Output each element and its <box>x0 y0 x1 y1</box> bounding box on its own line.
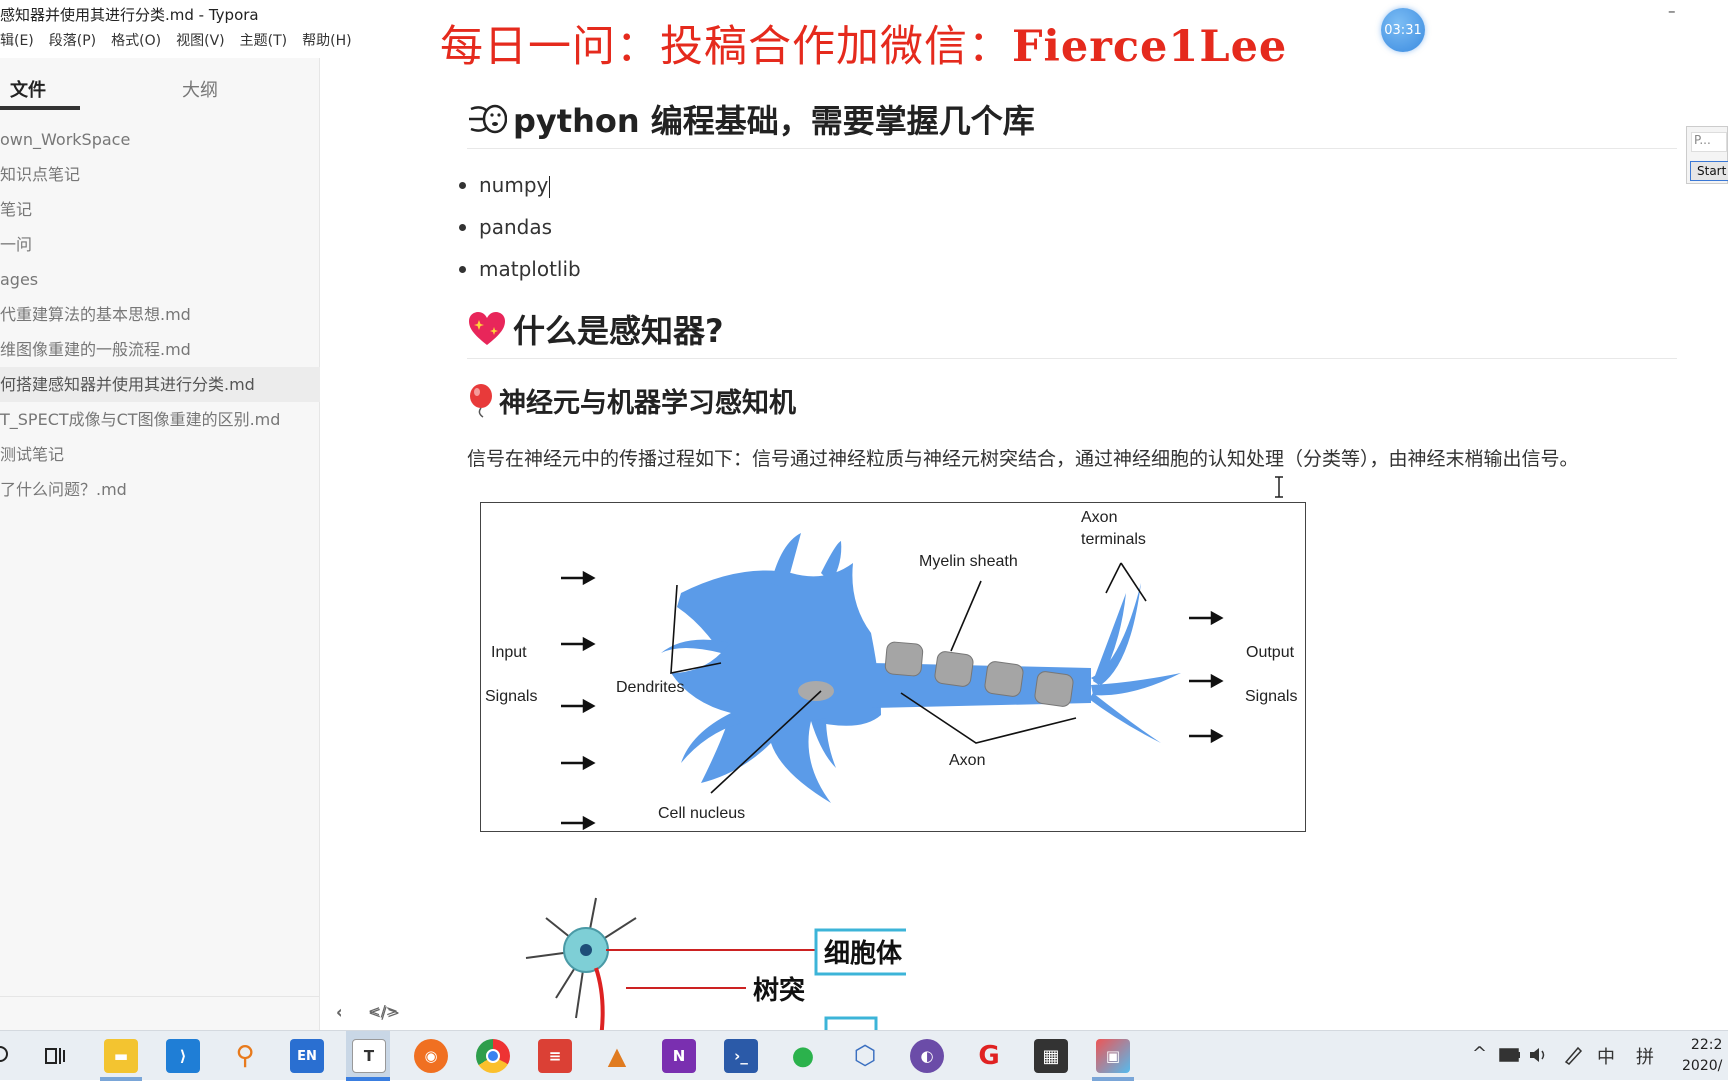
heading-perceptron-text: 什么是感知器? <box>513 312 724 350</box>
powershell-icon[interactable]: ›_ <box>724 1039 758 1073</box>
red-app-icon[interactable]: G <box>972 1039 1006 1073</box>
file-item[interactable]: 笔记 <box>0 192 320 227</box>
matlab-icon[interactable]: ▲ <box>600 1039 634 1073</box>
heading-perceptron: 什么是感知器? <box>467 306 724 352</box>
label-dendrites: Dendrites <box>616 679 684 696</box>
file-item[interactable]: 知识点笔记 <box>0 157 320 192</box>
menu-theme[interactable]: 主题(T) <box>240 30 287 56</box>
ime-layout-indicator[interactable]: 拼 <box>1636 1043 1654 1069</box>
menu-paragraph[interactable]: 段落(P) <box>49 30 96 56</box>
minimize-button[interactable]: – <box>1668 2 1676 20</box>
label-nucleus: Cell nucleus <box>658 805 745 822</box>
recording-timer[interactable]: 03:31 <box>1381 8 1425 52</box>
label-axon: Axon <box>949 752 985 769</box>
file-item[interactable]: 维图像重建的一般流程.md <box>0 332 320 367</box>
github-desktop-icon[interactable]: ◐ <box>910 1039 944 1073</box>
neuron-diagram: Input Signals Dendrites Myelin sheath Ax… <box>480 502 1306 832</box>
sidebar-footer: ‹ </> <box>0 996 400 1030</box>
window-title: 感知器并使用其进行分类.md - Typora <box>0 6 259 24</box>
text-cursor <box>549 175 551 198</box>
clock-date: 2020/ <box>1682 1058 1723 1074</box>
vscode-icon[interactable]: ⟩ <box>166 1039 200 1073</box>
file-item[interactable]: ages <box>0 262 320 297</box>
list-item-text: numpy <box>479 173 549 197</box>
list-item-text: matplotlib <box>479 257 581 281</box>
tab-files[interactable]: 文件 <box>10 76 46 102</box>
clock[interactable]: 22:2 2020/ <box>1682 1035 1722 1077</box>
sidebar-tabs: 文件 大纲 <box>0 58 319 112</box>
active-app-indicator <box>346 1077 390 1081</box>
file-item[interactable]: 一问 <box>0 227 320 262</box>
file-item-active[interactable]: 何搭建感知器并使用其进行分类.md <box>0 367 320 402</box>
todoist-icon[interactable]: ≡ <box>538 1039 572 1073</box>
editor[interactable]: python 编程基础，需要掌握几个库 numpy pandas matplot… <box>321 58 1681 1030</box>
taskbar: ▬ ⟩ ⚲ EN T ◉ ≡ ▲ N ›_ ● ⬡ ◐ G ▦ ▣ ^ 中 拼 … <box>0 1030 1728 1081</box>
balloon-icon <box>470 383 492 418</box>
en-ime-icon[interactable]: EN <box>290 1039 324 1073</box>
label-axon-terminals-2: terminals <box>1081 531 1146 548</box>
wechat-icon[interactable]: ● <box>786 1039 820 1073</box>
running-indicator <box>100 1077 142 1081</box>
chrome-icon[interactable] <box>476 1039 510 1073</box>
file-list: own_WorkSpace 知识点笔记 笔记 一问 ages 代重建算法的基本思… <box>0 122 320 507</box>
label-output: Output <box>1246 644 1295 661</box>
label-input: Input <box>491 644 527 661</box>
floating-widget: P... Start <box>1686 126 1728 184</box>
pen-icon[interactable] <box>1563 1045 1583 1065</box>
typora-icon[interactable]: T <box>352 1039 386 1073</box>
wind-face-icon <box>469 104 507 134</box>
tab-outline[interactable]: 大纲 <box>182 76 218 102</box>
paragraph: 信号在神经元中的传播过程如下：信号通过神经粒质与神经元树突结合，通过神经细胞的认… <box>467 448 1579 470</box>
menu-bar: 辑(E) 段落(P) 格式(O) 视图(V) 主题(T) 帮助(H) <box>0 30 352 56</box>
heading-python: python 编程基础，需要掌握几个库 <box>467 96 1035 142</box>
file-item[interactable]: own_WorkSpace <box>0 122 320 157</box>
heading-neuron-text: 神经元与机器学习感知机 <box>499 388 796 419</box>
label-myelin: Myelin sheath <box>919 553 1018 570</box>
ibeam-cursor-icon <box>1275 476 1283 498</box>
ime-mode-indicator[interactable]: 中 <box>1597 1043 1615 1069</box>
everything-search-icon[interactable]: ⚲ <box>228 1039 262 1073</box>
task-view-icon[interactable] <box>45 1046 67 1066</box>
sidebar: 文件 大纲 own_WorkSpace 知识点笔记 笔记 一问 ages 代重建… <box>0 58 400 1030</box>
onenote-icon[interactable]: N <box>662 1039 696 1073</box>
label-output-signals: Signals <box>1245 688 1297 705</box>
sparkling-heart-icon <box>469 312 505 345</box>
heading-neuron: 神经元与机器学习感知机 <box>467 381 796 420</box>
list-item[interactable]: pandas <box>459 206 581 248</box>
label-input-signals: Signals <box>485 688 537 705</box>
list-item-text: pandas <box>479 215 552 239</box>
menu-format[interactable]: 格式(O) <box>111 30 161 56</box>
menu-help[interactable]: 帮助(H) <box>302 30 351 56</box>
menu-view[interactable]: 视图(V) <box>176 30 225 56</box>
start-button[interactable]: Start <box>1690 161 1728 181</box>
calculator-icon[interactable]: ▦ <box>1034 1039 1068 1073</box>
firefox-icon[interactable]: ◉ <box>414 1039 448 1073</box>
file-item[interactable]: 了什么问题？.md <box>0 472 320 507</box>
library-list: numpy pandas matplotlib <box>459 164 581 290</box>
menu-edit[interactable]: 辑(E) <box>0 30 34 56</box>
file-item[interactable]: T_SPECT成像与CT图像重建的区别.md <box>0 402 320 437</box>
clock-time: 22:2 <box>1690 1037 1723 1053</box>
heading-divider <box>467 148 1677 149</box>
file-item[interactable]: 代重建算法的基本思想.md <box>0 297 320 332</box>
file-item[interactable]: 测试笔记 <box>0 437 320 472</box>
search-icon[interactable] <box>0 1045 12 1067</box>
virtualbox-icon[interactable]: ⬡ <box>848 1039 882 1073</box>
photos-icon[interactable]: ▣ <box>1096 1039 1130 1073</box>
label-dendrite: 树突 <box>753 975 805 1006</box>
file-explorer-icon[interactable]: ▬ <box>104 1039 138 1073</box>
battery-icon[interactable] <box>1499 1048 1521 1062</box>
widget-input[interactable]: P... <box>1691 132 1727 152</box>
heading-python-text: python 编程基础，需要掌握几个库 <box>513 102 1035 140</box>
heading-divider <box>467 358 1677 359</box>
volume-icon[interactable] <box>1528 1046 1550 1064</box>
active-tab-indicator <box>0 106 80 110</box>
tray-chevron-icon[interactable]: ^ <box>1472 1043 1487 1064</box>
running-indicator <box>1092 1077 1134 1081</box>
label-cell-body: 细胞体 <box>824 938 903 969</box>
list-item[interactable]: numpy <box>459 164 581 206</box>
neuron-diagram-chinese: 细胞体 树突 <box>476 878 914 1030</box>
label-axon-terminals-1: Axon <box>1081 509 1117 526</box>
list-item[interactable]: matplotlib <box>459 248 581 290</box>
